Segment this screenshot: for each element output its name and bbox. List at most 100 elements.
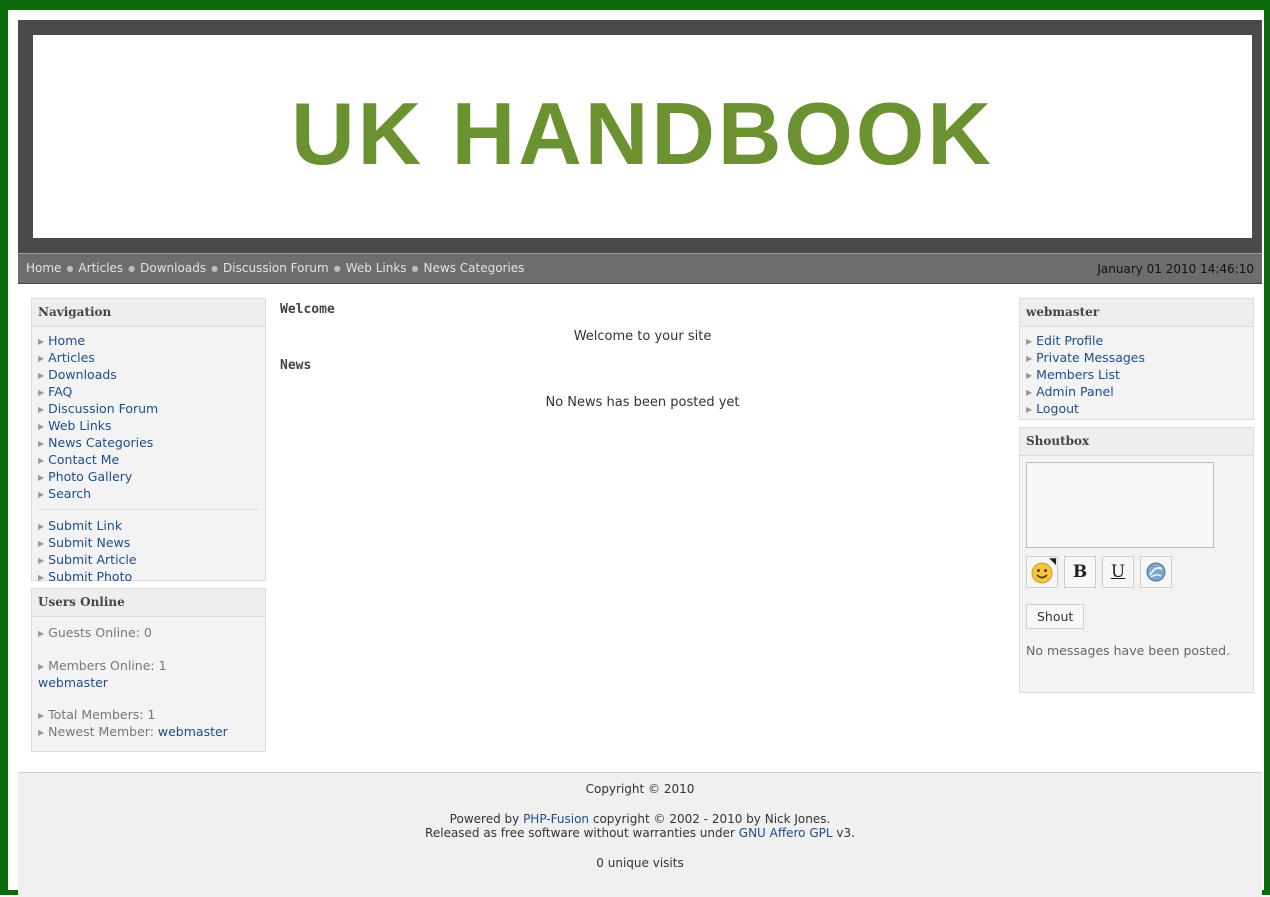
footer-powered-suffix: copyright © 2002 - 2010 by Nick Jones.	[592, 812, 831, 826]
nav-item-label: Search	[48, 486, 92, 501]
arrow-icon: ▶	[1026, 354, 1033, 363]
total-members-text: Total Members: 1	[48, 707, 156, 722]
arrow-icon: ▶	[38, 456, 45, 465]
arrow-icon: ▶	[38, 337, 45, 346]
top-nav-downloads[interactable]: Downloads	[140, 261, 206, 275]
logout-link[interactable]: ▶ Logout	[1026, 401, 1247, 418]
shout-message-input[interactable]	[1026, 462, 1214, 548]
top-navbar: Home ● Articles ● Downloads ● Discussion Forum…	[18, 253, 1262, 284]
top-nav-articles[interactable]: Articles	[78, 261, 123, 275]
users-online-title: Users Online	[32, 589, 265, 617]
arrow-icon: ▶	[1026, 388, 1033, 397]
nav-item-label: Submit Photo	[48, 569, 133, 584]
arrow-icon: ▶	[38, 439, 45, 448]
arrow-icon: ▶	[38, 371, 45, 380]
user-item-label: Private Messages	[1036, 350, 1146, 365]
corner-arrow-icon: ◥	[1049, 557, 1056, 567]
underline-button[interactable]: U	[1102, 556, 1134, 588]
nav-item-label: FAQ	[48, 384, 73, 399]
nav-item-submit-news[interactable]: ▶ Submit News	[38, 535, 259, 552]
members-list-link[interactable]: ▶ Members List	[1026, 367, 1247, 384]
nav-item-search[interactable]: ▶ Search	[38, 486, 259, 503]
nav-item-submit-photo[interactable]: ▶ Submit Photo	[38, 569, 259, 586]
user-item-label: Logout	[1036, 401, 1079, 416]
page-frame: UK HANDBOOK Home ● Articles ● Downloads ● Disc…	[0, 0, 1270, 897]
shoutbox-body: ◥ B U Shout No messages have been posted…	[1020, 456, 1253, 665]
nav-item-label: Downloads	[48, 367, 117, 382]
site-logo[interactable]: UK HANDBOOK	[291, 83, 994, 185]
user-item-label: Edit Profile	[1036, 333, 1104, 348]
top-nav-news-categories[interactable]: News Categories	[424, 261, 525, 275]
nav-item-home[interactable]: ▶ Home	[38, 333, 259, 350]
top-nav-weblinks[interactable]: Web Links	[346, 261, 407, 275]
arrow-icon: ▶	[38, 354, 45, 363]
nav-item-submit-article[interactable]: ▶ Submit Article	[38, 552, 259, 569]
arrow-icon: ▶	[1026, 371, 1033, 380]
newest-member: ▶ Newest Member: webmaster	[38, 724, 259, 741]
smiley-button[interactable]: ◥	[1026, 556, 1058, 588]
footer-visits: 0 unique visits	[596, 856, 684, 870]
shoutbox-panel: Shoutbox ◥ B U Shout No messages have be…	[1019, 427, 1254, 693]
arrow-icon: ▶	[38, 490, 45, 499]
arrow-icon: ▶	[38, 556, 45, 565]
gpl-link[interactable]: GNU Affero GPL	[739, 826, 833, 840]
news-title: News	[280, 358, 312, 373]
arrow-icon: ▶	[38, 629, 45, 638]
footer-powered: Powered by PHP-Fusion copyright © 2002 -…	[18, 812, 1262, 826]
users-online-panel: Users Online ▶ Guests Online: 0 ▶ Members …	[31, 588, 266, 752]
nav-item-label: Contact Me	[48, 452, 120, 467]
footer-powered-prefix: Powered by	[449, 812, 520, 826]
nav-item-photo-gallery[interactable]: ▶ Photo Gallery	[38, 469, 259, 486]
news-empty-text: No News has been posted yet	[545, 395, 740, 410]
arrow-icon: ▶	[1026, 337, 1033, 346]
nav-item-submit-link[interactable]: ▶ Submit Link	[38, 518, 259, 535]
nav-item-downloads[interactable]: ▶ Downloads	[38, 367, 259, 384]
user-item-label: Admin Panel	[1036, 384, 1114, 399]
arrow-icon: ▶	[38, 388, 45, 397]
shoutbox-empty-text: No messages have been posted.	[1026, 643, 1231, 658]
newest-member-link[interactable]: webmaster	[158, 724, 228, 739]
arrow-icon: ▶	[38, 662, 45, 671]
nav-item-weblinks[interactable]: ▶ Web Links	[38, 418, 259, 435]
bold-button[interactable]: B	[1064, 556, 1096, 588]
arrow-icon: ▶	[38, 422, 45, 431]
arrow-icon: ▶	[38, 539, 45, 548]
footer: Copyright © 2010 Powered by PHP-Fusion c…	[18, 772, 1262, 897]
nav-item-label: Discussion Forum	[48, 401, 159, 416]
php-fusion-link[interactable]: PHP-Fusion	[523, 812, 589, 826]
edit-profile-link[interactable]: ▶ Edit Profile	[1026, 333, 1247, 350]
top-nav-forum[interactable]: Discussion Forum	[223, 261, 329, 275]
arrow-icon: ▶	[38, 711, 45, 720]
admin-panel-link[interactable]: ▶ Admin Panel	[1026, 384, 1247, 401]
user-panel-title: webmaster	[1020, 299, 1253, 327]
nav-item-articles[interactable]: ▶ Articles	[38, 350, 259, 367]
main-content: Welcome Welcome to your site News No New…	[280, 302, 1005, 410]
arrow-icon: ▶	[38, 522, 45, 531]
arrow-icon: ▶	[38, 573, 45, 582]
arrow-icon: ▶	[38, 728, 45, 737]
user-item-label: Members List	[1036, 367, 1120, 382]
bullet-icon: ●	[128, 264, 136, 273]
nav-item-faq[interactable]: ▶ FAQ	[38, 384, 259, 401]
current-datetime: January 01 2010 14:46:10	[1097, 262, 1254, 276]
arrow-icon: ▶	[38, 405, 45, 414]
bullet-icon: ●	[211, 264, 219, 273]
nav-item-label: Submit Article	[48, 552, 137, 567]
welcome-title: Welcome	[280, 302, 335, 317]
private-messages-link[interactable]: ▶ Private Messages	[1026, 350, 1247, 367]
underline-icon: U	[1110, 562, 1126, 582]
footer-license: Released as free software without warran…	[18, 826, 1262, 840]
members-online: ▶ Members Online: 1	[38, 658, 259, 675]
top-nav-home[interactable]: Home	[26, 261, 61, 275]
online-member-link[interactable]: webmaster	[38, 675, 259, 691]
nav-item-label: News Categories	[48, 435, 154, 450]
nav-item-forum[interactable]: ▶ Discussion Forum	[38, 401, 259, 418]
shout-button[interactable]: Shout	[1026, 604, 1085, 629]
nav-item-contact[interactable]: ▶ Contact Me	[38, 452, 259, 469]
top-nav-links: Home ● Articles ● Downloads ● Discussion Forum…	[26, 254, 524, 283]
banner: UK HANDBOOK	[18, 20, 1262, 253]
link-button[interactable]	[1140, 556, 1172, 588]
navigation-title: Navigation	[32, 299, 265, 327]
nav-item-news-categories[interactable]: ▶ News Categories	[38, 435, 259, 452]
bold-icon: B	[1072, 562, 1088, 582]
